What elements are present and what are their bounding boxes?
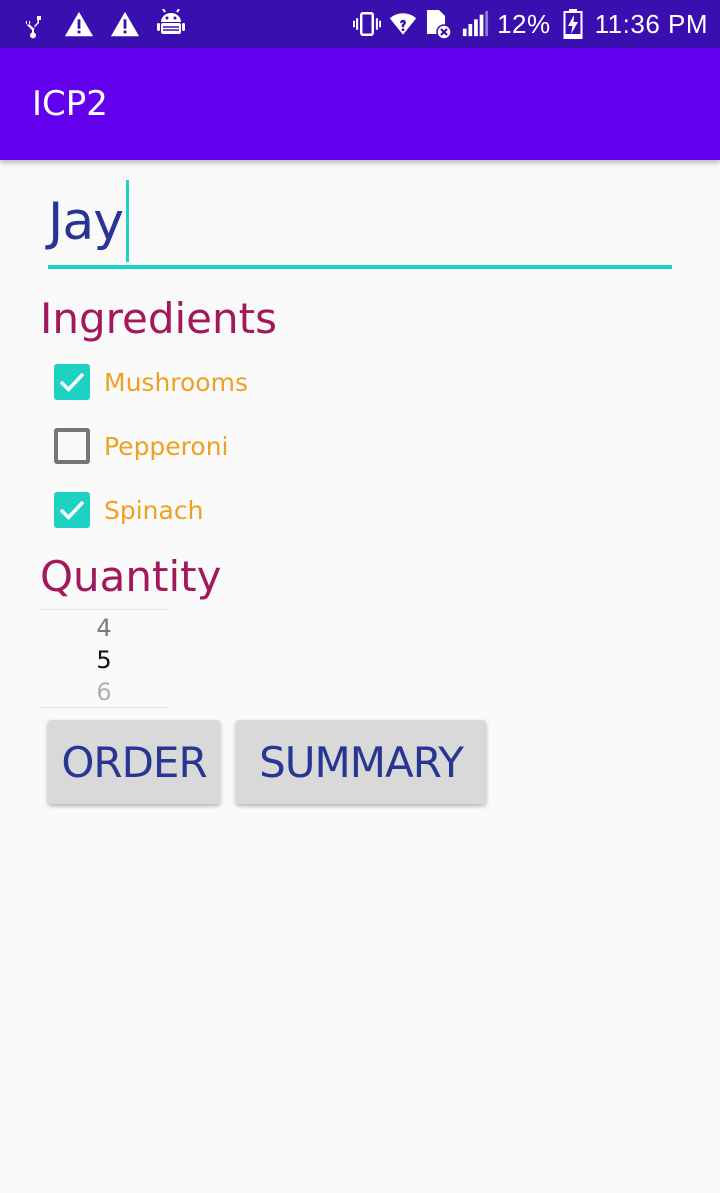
app-bar: ICP2 (0, 48, 720, 160)
checkmark-icon (59, 372, 85, 393)
sim-no-icon (425, 9, 453, 40)
status-clock: 11:36 PM (594, 8, 708, 39)
order-button[interactable]: ORDER (48, 720, 220, 804)
picker-next-value[interactable]: 6 (40, 678, 168, 706)
name-input-value[interactable]: Jay (48, 192, 124, 252)
pepperoni-checkbox-row[interactable]: Pepperoni (54, 426, 229, 466)
spinach-checkbox[interactable] (54, 492, 90, 528)
pepperoni-checkbox[interactable] (54, 428, 90, 464)
battery-charging-icon (559, 9, 587, 39)
picker-divider (40, 707, 168, 708)
mushrooms-checkbox[interactable] (54, 364, 90, 400)
pepperoni-label[interactable]: Pepperoni (104, 432, 229, 461)
vibrate-icon (353, 9, 382, 39)
spinach-label[interactable]: Spinach (104, 496, 203, 525)
ingredients-heading: Ingredients (40, 294, 277, 343)
mushrooms-checkbox-row[interactable]: Mushrooms (54, 362, 248, 402)
status-bar: 12% 11:36 PM (0, 0, 720, 48)
quantity-heading: Quantity (40, 552, 222, 601)
android-icon (156, 9, 186, 39)
picker-previous-value[interactable]: 4 (40, 614, 168, 642)
usb-icon (18, 9, 48, 39)
summary-button[interactable]: SUMMARY (236, 720, 486, 804)
app-title: ICP2 (32, 84, 108, 124)
status-right-icons: 12% 11:36 PM (353, 6, 708, 42)
quantity-number-picker[interactable]: 4 5 6 (40, 608, 168, 708)
warning-icon (64, 9, 94, 39)
checkmark-icon (59, 500, 85, 521)
warning-icon (110, 9, 140, 39)
picker-selected-value[interactable]: 5 (40, 646, 168, 674)
battery-percent: 12% (497, 8, 551, 39)
text-cursor (126, 180, 129, 262)
status-left-icons (18, 8, 186, 40)
name-input[interactable]: Jay (48, 178, 672, 270)
spinach-checkbox-row[interactable]: Spinach (54, 490, 203, 530)
input-underline (48, 265, 672, 269)
signal-icon (461, 9, 489, 39)
mushrooms-label[interactable]: Mushrooms (104, 368, 248, 397)
wifi-icon (389, 9, 417, 39)
picker-divider (40, 609, 168, 610)
